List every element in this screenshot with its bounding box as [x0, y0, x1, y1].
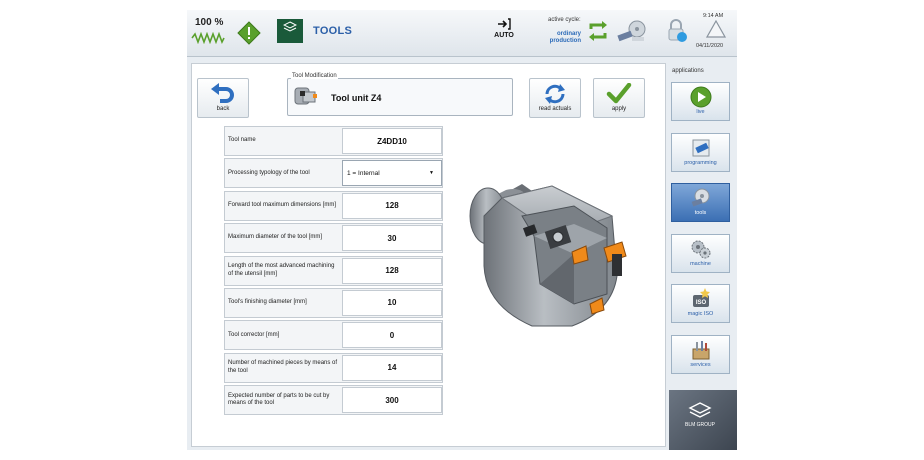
page-title: TOOLS	[313, 25, 353, 37]
clock-date: 04/11/2020	[696, 43, 724, 49]
lock-status-icon[interactable]	[665, 19, 689, 43]
forward-max-dimensions-field[interactable]: 128	[342, 192, 442, 219]
gears-icon	[691, 240, 710, 259]
status-diamond-icon	[237, 21, 261, 45]
form-row-finishing-diameter: Tool's finishing diameter [mm] 10	[224, 287, 443, 318]
auto-mode-indicator[interactable]: AUTO	[493, 18, 515, 39]
field-label: Tool name	[228, 137, 256, 144]
read-actuals-button[interactable]: read actuals	[529, 78, 581, 118]
sidebar-item-label: tools	[694, 210, 707, 216]
form-row-machining-length: Length of the most advanced machining of…	[224, 255, 443, 286]
sidebar-item-tools[interactable]: tools	[671, 183, 730, 222]
refresh-icon	[545, 84, 565, 104]
active-cycle-value-line1: ordinary	[556, 31, 581, 37]
machining-length-field[interactable]: 128	[342, 257, 442, 284]
checkmark-icon	[606, 83, 632, 104]
active-cycle-label: active cycle:	[548, 17, 581, 23]
field-label: Forward tool maximum dimensions [mm]	[228, 202, 337, 209]
tool-saw-icon[interactable]	[617, 19, 647, 45]
blm-group-logo	[277, 19, 303, 43]
expected-parts-field[interactable]: 300	[342, 387, 442, 414]
tool-modification-label: Tool Modification	[291, 73, 338, 79]
maximum-diameter-field[interactable]: 30	[342, 225, 442, 252]
machined-pieces-field[interactable]: 14	[342, 354, 442, 381]
field-label: Expected number of parts to be cut by me…	[228, 392, 330, 407]
svg-text:ISO: ISO	[695, 300, 706, 306]
sidebar-item-services[interactable]: services	[671, 335, 730, 374]
wave-status-icon	[191, 32, 225, 44]
tool-modification-panel: back Tool Modification Tool unit Z4 read…	[191, 63, 666, 447]
header-bar: 100 % TOOLS AUTO active cycle: ordinary …	[187, 10, 737, 57]
field-label: Maximum diameter of the tool [mm]	[228, 234, 323, 241]
sidebar-item-programming[interactable]: programming	[671, 133, 730, 172]
tool-corrector-field[interactable]: 0	[342, 322, 442, 349]
play-icon	[690, 86, 711, 108]
tool-modification-box: Tool Modification Tool unit Z4	[287, 73, 513, 116]
services-toolbox-icon	[692, 341, 709, 360]
field-label: Tool corrector [mm]	[228, 331, 280, 338]
back-button-label: back	[216, 106, 230, 112]
back-arrow-icon	[211, 83, 234, 103]
sidebar-title: applications	[672, 68, 704, 74]
form-row-machined-pieces: Number of machined pieces by means of th…	[224, 352, 443, 383]
field-label: Length of the most advanced machining of…	[228, 263, 335, 277]
processing-typology-select[interactable]: 1 = Internal ▼	[342, 160, 442, 187]
sidebar-item-label: programming	[684, 160, 717, 166]
sidebar-item-label: live	[696, 109, 705, 115]
sidebar-item-label: machine	[690, 261, 711, 267]
apply-button-label: apply	[611, 106, 627, 112]
tools-icon	[691, 188, 709, 207]
form-row-maximum-diameter: Maximum diameter of the tool [mm] 30	[224, 223, 443, 254]
warning-triangle-icon[interactable]	[706, 20, 726, 38]
footer-logo: BLM GROUP	[683, 402, 717, 428]
active-cycle-value-line2: production	[549, 38, 581, 44]
cycle-refresh-icon[interactable]	[587, 21, 609, 41]
applications-sidebar: applications live programming tools mach…	[669, 63, 737, 450]
sidebar-item-label: magic ISO	[687, 311, 714, 317]
form-row-tool-corrector: Tool corrector [mm] 0	[224, 320, 443, 351]
tool-unit-icon	[294, 87, 317, 105]
field-label: Tool's finishing diameter [mm]	[228, 299, 307, 306]
field-label: Number of machined pieces by means of th…	[228, 360, 338, 374]
form-row-tool-name: Tool name Z4DD10	[224, 126, 443, 156]
form-row-processing-typology: Processing typology of the tool 1 = Inte…	[224, 158, 443, 189]
mode-label: AUTO	[494, 32, 514, 39]
chevron-down-icon: ▼	[429, 170, 434, 177]
magic-iso-icon: ISO	[692, 288, 710, 307]
clock-time: 9:14 AM	[703, 13, 724, 19]
apply-button[interactable]: apply	[593, 78, 645, 118]
feed-override-percentage: 100 %	[195, 17, 224, 28]
sidebar-item-magic-iso[interactable]: ISO magic ISO	[671, 284, 730, 323]
sidebar-item-label: services	[690, 362, 711, 368]
field-label: Processing typology of the tool	[228, 169, 310, 176]
tool-unit-name: Tool unit Z4	[331, 93, 382, 103]
back-button[interactable]: back	[197, 78, 249, 118]
finishing-diameter-field[interactable]: 10	[342, 289, 442, 316]
footer-brand-label: BLM GROUP	[684, 422, 715, 428]
brand-footer: BLM GROUP	[669, 390, 737, 450]
select-value: 1 = Internal	[347, 169, 380, 177]
read-actuals-label: read actuals	[538, 106, 572, 112]
form-row-forward-max-dimensions: Forward tool maximum dimensions [mm] 128	[224, 190, 443, 221]
form-row-expected-parts: Expected number of parts to be cut by me…	[224, 385, 443, 416]
sidebar-item-live[interactable]: live	[671, 82, 730, 121]
tool-unit-render	[469, 184, 627, 327]
blm-group-logo-icon	[688, 402, 712, 418]
programming-icon	[692, 139, 709, 157]
login-arrow-icon	[498, 18, 511, 30]
app-window: 100 % TOOLS AUTO active cycle: ordinary …	[187, 10, 737, 450]
sidebar-item-machine[interactable]: machine	[671, 234, 730, 273]
tool-parameters-form: Tool name Z4DD10 Processing typology of …	[224, 126, 443, 418]
tool-name-field[interactable]: Z4DD10	[342, 128, 442, 154]
